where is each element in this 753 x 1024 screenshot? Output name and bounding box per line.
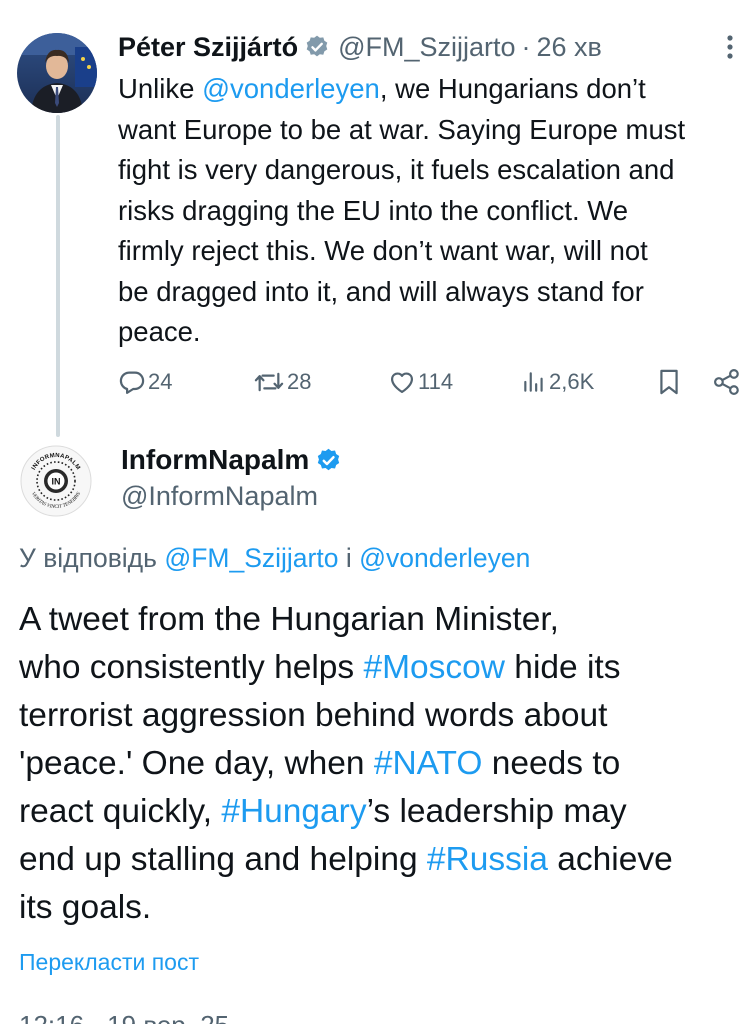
tweet-text-line: who consistently helps #Moscow hide its xyxy=(19,644,753,692)
tweet-text-line: its goals. xyxy=(19,889,152,926)
views-button[interactable]: 2,6K xyxy=(521,362,594,402)
mention-link[interactable]: @FM_Szijjarto xyxy=(164,543,338,573)
share-icon[interactable] xyxy=(712,362,742,402)
tweet-text-line: want Europe to be at war. Saying Europe … xyxy=(118,113,686,145)
thread-view: Péter Szijjártó @FM_Szijjarto · 26 хв Un… xyxy=(0,0,753,1024)
text-segment: ’s leadership may xyxy=(366,793,627,830)
avatar[interactable] xyxy=(17,33,97,113)
tweet-text-line: risks dragging the EU into the conflict.… xyxy=(118,194,629,226)
mention-link[interactable]: @vonderleyen xyxy=(202,73,380,104)
tweet-text-line: firmly reject this. We don’t want war, w… xyxy=(118,235,648,266)
text-segment: who consistently helps xyxy=(19,649,364,686)
tweet-text-line: fight is very dangerous, it fuels escala… xyxy=(118,154,675,185)
reply-joiner: і xyxy=(338,543,360,573)
reply-button[interactable]: 24 xyxy=(118,362,172,402)
tweet-text-line: Unlike @vonderleyen, we Hungarians don’t xyxy=(118,69,743,110)
bookmark-icon[interactable] xyxy=(657,362,681,402)
tweet-text-line: end up stalling and helping #Russia achi… xyxy=(19,836,753,884)
like-count: 114 xyxy=(418,369,454,394)
reply-count: 24 xyxy=(148,369,173,394)
text-segment: 'peace.' One day, when xyxy=(19,745,374,782)
tweet-text-line: peace. xyxy=(118,316,201,347)
tweet-text-line: A tweet from the Hungarian Minister, xyxy=(19,601,559,638)
reply-icon xyxy=(118,368,146,396)
author-name[interactable]: InformNapalm xyxy=(121,444,309,476)
post-timestamp[interactable]: 12:16 · 19 вер. 25 xyxy=(19,1010,229,1024)
text-segment: , we Hungarians don’t xyxy=(379,73,646,104)
reply-prefix: У відповідь xyxy=(19,543,165,573)
tweet-text-line: 'peace.' One day, when #NATO needs to xyxy=(19,740,753,788)
tweet-text: Unlike @vonderleyen, we Hungarians don’t… xyxy=(118,69,743,353)
repost-button[interactable]: 28 xyxy=(253,362,311,402)
text-segment: achieve xyxy=(547,841,673,878)
author-handle[interactable]: @FM_Szijjarto xyxy=(338,32,515,63)
author-name[interactable]: Péter Szijjártó xyxy=(118,32,298,63)
text-segment: end up stalling and helping xyxy=(19,841,427,878)
like-button[interactable]: 114 xyxy=(388,362,453,402)
hashtag-link[interactable]: #Moscow xyxy=(364,649,506,686)
verified-badge-icon[interactable] xyxy=(315,447,342,474)
views-count: 2,6K xyxy=(549,369,595,394)
tweet-actions-bar: 24 28 114 2,6K xyxy=(118,362,748,402)
thread-connector-line xyxy=(56,115,60,437)
text-segment: needs to xyxy=(482,745,621,782)
verified-badge-icon[interactable] xyxy=(304,34,330,60)
tweet-text: A tweet from the Hungarian Minister, who… xyxy=(19,596,753,932)
views-icon xyxy=(521,368,547,396)
repost-count: 28 xyxy=(287,369,312,394)
text-segment: react quickly, xyxy=(19,793,222,830)
post-time[interactable]: 26 хв xyxy=(537,32,602,63)
translate-post-link[interactable]: Перекласти пост xyxy=(19,949,199,976)
text-segment: Unlike xyxy=(118,73,203,104)
mention-link[interactable]: @vonderleyen xyxy=(359,543,530,573)
tweet-text-line: terrorist aggression behind words about xyxy=(19,697,608,734)
repost-icon xyxy=(253,368,285,396)
author-handle[interactable]: @InformNapalm xyxy=(121,481,318,512)
like-icon xyxy=(388,368,416,396)
tweet-text-line: react quickly, #Hungary’s leadership may xyxy=(19,788,753,836)
more-options-icon[interactable] xyxy=(717,34,743,60)
replying-to-label: У відповідь @FM_Szijjarto і @vonderleyen xyxy=(19,543,530,574)
hashtag-link[interactable]: #NATO xyxy=(374,745,483,782)
hashtag-link[interactable]: #Russia xyxy=(427,841,548,878)
hashtag-link[interactable]: #Hungary xyxy=(221,793,366,830)
separator-dot: · xyxy=(521,31,531,62)
logo-text: IN xyxy=(52,477,61,487)
tweet-header: Péter Szijjártó @FM_Szijjarto · 26 хв xyxy=(118,30,602,64)
text-segment: hide its xyxy=(505,649,621,686)
author-name-row: InformNapalm xyxy=(121,444,350,476)
avatar[interactable]: IN INFORMNAPALM VERITAS VINCIT TENEBRIS xyxy=(20,445,92,517)
tweet-text-line: be dragged into it, and will always stan… xyxy=(118,275,644,307)
